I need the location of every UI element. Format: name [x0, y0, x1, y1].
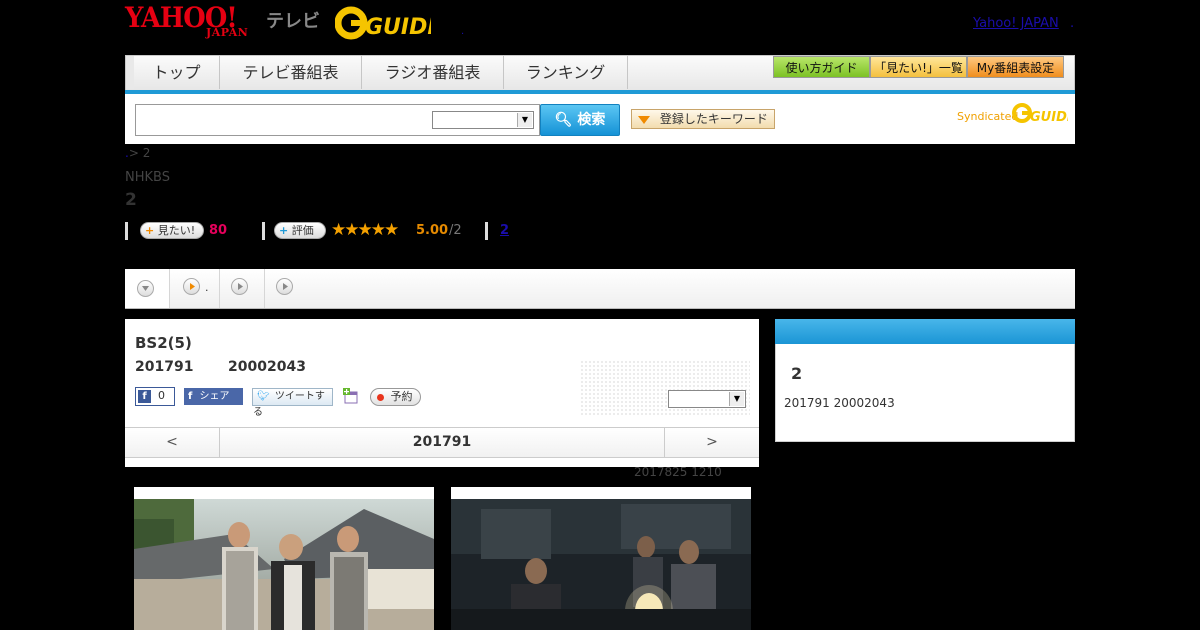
review-count-link[interactable]: 2 — [500, 223, 509, 238]
chevron-down-icon: ▼ — [517, 113, 532, 127]
facebook-icon: f — [138, 390, 151, 403]
station-name: NHKBS — [125, 170, 170, 185]
program-title: 2 — [125, 190, 137, 210]
yahoo-japan-link[interactable]: Yahoo! JAPAN — [973, 16, 1059, 31]
side-panel-title: 2 — [791, 364, 803, 383]
tab-broadcast[interactable]: . — [170, 269, 220, 308]
side-panel-datetime: 201791 20002043 — [784, 396, 895, 410]
plus-icon: + — [145, 224, 155, 237]
chevron-down-icon — [137, 280, 154, 297]
record-icon — [377, 393, 384, 401]
saved-keywords-button[interactable]: 登録したキーワード — [631, 109, 775, 129]
schedule-date: 201791 — [135, 359, 194, 375]
plus-icon: + — [279, 224, 289, 237]
facebook-share-label: シェア — [199, 391, 230, 402]
guide-button[interactable]: 使い方ガイド — [773, 56, 870, 78]
triangle-down-icon — [638, 115, 650, 124]
add-calendar-icon[interactable] — [343, 388, 359, 404]
search-button-label: 検索 — [577, 112, 606, 128]
header-trailing-dot: . — [1070, 16, 1075, 31]
tab-cast[interactable] — [220, 269, 265, 308]
syndicated-logo-text: GUIDE — [1030, 110, 1068, 124]
yahoo-logo-japan: JAPAN — [206, 26, 249, 39]
play-icon — [183, 278, 200, 295]
reserve-label: 予約 — [390, 390, 413, 403]
play-icon — [231, 278, 248, 295]
header-dot: . — [461, 26, 465, 37]
side-panel-header — [775, 319, 1075, 344]
facebook-like-count: 0 — [158, 389, 165, 402]
prev-date-button[interactable]: < — [125, 428, 220, 457]
facebook-like-button[interactable]: f 0 — [135, 387, 175, 406]
rate-label: 評価 — [291, 224, 314, 237]
last-updated: 2017825 1210 — [634, 465, 722, 479]
chevron-down-icon: ▼ — [729, 392, 744, 406]
syndicated-gguide-logo: GUIDE — [1012, 102, 1076, 125]
saved-keywords-label: 登録したキーワード — [659, 112, 768, 126]
still-image-2 — [451, 499, 751, 630]
tab-overview[interactable] — [125, 269, 170, 308]
divider — [125, 222, 128, 240]
rating-stars: ★★★★★ — [331, 220, 399, 240]
wishlist-button[interactable]: 「見たい!」一覧 — [870, 56, 967, 78]
facebook-share-button[interactable]: f シェア — [184, 388, 243, 405]
search-icon: 🔍︎ — [554, 112, 573, 128]
tv-label: テレビ — [266, 11, 320, 32]
play-icon — [276, 278, 293, 295]
search-button[interactable]: 🔍︎ 検索 — [540, 104, 620, 136]
nav-tv-schedule[interactable]: テレビ番組表 — [220, 56, 362, 89]
nav-ranking[interactable]: ランキング — [504, 56, 628, 89]
nav-top[interactable]: トップ — [126, 56, 220, 89]
tweet-button[interactable]: 🐦︎ ツイートする — [252, 388, 333, 418]
program-still-2[interactable] — [451, 487, 751, 630]
current-date: 201791 — [412, 434, 472, 450]
nav-radio-schedule[interactable]: ラジオ番組表 — [362, 56, 504, 89]
rating-value: 5.00 — [416, 223, 449, 238]
breadcrumb: .> 2 — [125, 146, 150, 160]
gguide-logo[interactable]: GUIDE — [334, 6, 442, 40]
twitter-bird-icon: 🐦︎ — [257, 391, 270, 402]
mitai-button[interactable]: + 見たい! — [140, 222, 204, 239]
mitai-label: 見たい! — [157, 224, 196, 237]
mitai-count: 80 — [209, 223, 228, 238]
search-scope-select[interactable]: ▼ — [432, 111, 534, 129]
program-still-1[interactable] — [134, 487, 434, 630]
tab-broadcast-label: . — [205, 281, 209, 294]
still-image-1 — [134, 499, 434, 630]
recorder-select[interactable]: ▼ — [668, 390, 746, 408]
rating-count: /2 — [449, 223, 462, 238]
divider — [485, 222, 488, 240]
breadcrumb-current: > 2 — [128, 146, 151, 160]
rate-button[interactable]: + 評価 — [274, 222, 326, 239]
syndicated-label: Syndicated — [957, 110, 1019, 123]
my-schedule-settings-button[interactable]: My番組表設定 — [967, 56, 1064, 78]
reserve-recording-button[interactable]: 予約 — [370, 388, 421, 406]
gguide-logo-text: GUIDE — [365, 15, 431, 40]
divider — [262, 222, 265, 240]
tab-reviews[interactable] — [265, 269, 310, 308]
schedule-time: 20002043 — [228, 359, 306, 375]
next-date-button[interactable]: > — [664, 428, 759, 457]
schedule-title: BS2(5) — [135, 334, 192, 352]
facebook-icon: f — [188, 391, 193, 402]
